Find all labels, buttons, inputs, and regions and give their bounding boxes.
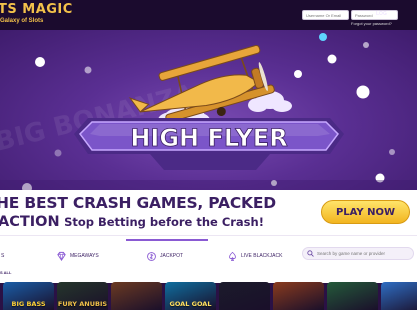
- game-title-banner: HIGH FLYER: [74, 118, 344, 170]
- logo-tagline: Galaxy of Slots: [0, 18, 44, 24]
- tab-megaways-label: MEGAWAYS: [70, 253, 99, 259]
- search-icon: [307, 250, 314, 257]
- logo-title: TS MAGIC: [0, 2, 73, 17]
- tab-slots-label: S: [1, 253, 5, 259]
- tab-megaways[interactable]: MEGAWAYS: [56, 250, 99, 262]
- game-tile-title: FURY ANUBIS: [57, 300, 108, 308]
- jackpot-icon: [147, 251, 156, 261]
- tab-live-blackjack[interactable]: LIVE BLACKJACK: [227, 250, 282, 262]
- play-now-button[interactable]: PLAY NOW: [321, 200, 410, 224]
- game-tile-title: BIG BASS: [11, 300, 46, 308]
- username-field[interactable]: [302, 10, 349, 20]
- game-title: HIGH FLYER: [130, 124, 287, 152]
- game-tile[interactable]: [219, 282, 270, 310]
- game-tile[interactable]: [111, 282, 162, 310]
- game-tile[interactable]: [273, 282, 324, 310]
- password-field[interactable]: [351, 10, 398, 20]
- tab-live-blackjack-label: LIVE BLACKJACK: [241, 253, 283, 259]
- search-input[interactable]: [317, 251, 412, 256]
- game-tiles-row: BIG BASS FURY ANUBIS GOAL GOAL: [0, 282, 417, 310]
- game-tile[interactable]: [381, 282, 417, 310]
- game-tile[interactable]: GOAL GOAL: [165, 282, 216, 310]
- see-all-link[interactable]: S ALL: [0, 270, 11, 275]
- hero-artwork: BIG BONANZA HIGH FLYER: [0, 33, 417, 190]
- diamond-icon: [57, 251, 66, 261]
- promo-action-word: ACTION: [0, 214, 60, 230]
- tab-jackpot-label: JACKPOT: [160, 253, 184, 259]
- game-tile[interactable]: FURY ANUBIS: [57, 282, 108, 310]
- spade-icon: [229, 251, 236, 261]
- promo-headline: HE BEST CRASH GAMES, PACKED: [0, 194, 276, 212]
- game-tile-title: GOAL GOAL: [169, 300, 212, 308]
- hero-banner[interactable]: BIG BONANZA HIGH FLYER: [0, 30, 417, 190]
- login-button[interactable]: LOG: [376, 11, 387, 17]
- site-header: TS MAGIC Galaxy of Slots Forgot your pas…: [0, 0, 417, 30]
- promo-tagline: Stop Betting before the Crash!: [64, 215, 264, 229]
- site-logo[interactable]: TS MAGIC Galaxy of Slots: [0, 3, 78, 26]
- tab-slots[interactable]: S: [0, 250, 4, 262]
- promo-subline: ACTION Stop Betting before the Crash!: [0, 213, 264, 231]
- forgot-password-link[interactable]: Forgot your password?: [351, 21, 392, 26]
- game-tile[interactable]: [327, 282, 378, 310]
- game-tile[interactable]: BIG BASS: [3, 282, 54, 310]
- tab-jackpot[interactable]: JACKPOT: [146, 250, 183, 262]
- active-tab-indicator: [126, 239, 208, 241]
- game-search[interactable]: [302, 247, 414, 260]
